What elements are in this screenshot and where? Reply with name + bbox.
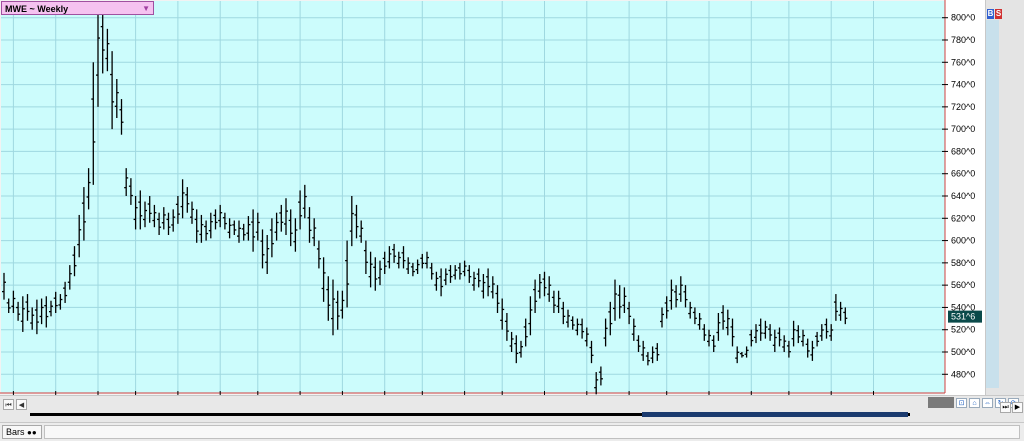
last-page-icon[interactable]: ⏭ <box>1000 402 1011 413</box>
buy-button[interactable]: B <box>987 9 994 19</box>
scroll-area: ⏮ ◀ ⊡ ⌂ ⇔ ↻ ⟳ <box>0 395 1024 422</box>
y-tick-label: 800^0 <box>951 13 975 23</box>
scroll-thumb[interactable] <box>642 412 908 417</box>
gray-block <box>928 397 954 408</box>
y-tick-label: 780^0 <box>951 35 975 45</box>
symbol-label: MWE ~ Weekly <box>5 4 69 14</box>
y-tick-label: 480^0 <box>951 369 975 379</box>
first-page-icon[interactable]: ⏮ <box>3 399 14 410</box>
y-tick-label: 520^0 <box>951 325 975 335</box>
status-field <box>44 425 1020 439</box>
y-tick-label: 680^0 <box>951 146 975 156</box>
compress-icon[interactable]: ⇔ <box>982 398 993 408</box>
symbol-selector[interactable]: MWE ~ Weekly ▼ <box>1 1 154 15</box>
y-tick-label: 640^0 <box>951 191 975 201</box>
bars-selector[interactable]: Bars ●● <box>2 425 42 439</box>
y-tick-label: 620^0 <box>951 213 975 223</box>
y-tick-label: 600^0 <box>951 236 975 246</box>
y-tick-label: 740^0 <box>951 80 975 90</box>
price-chart-svg: 800^0 780^0 760^0 740^0 720^0 700^0 680^0 660^0… <box>0 0 985 395</box>
link-icon: ●● <box>27 428 37 437</box>
y-tick-label: 720^0 <box>951 102 975 112</box>
y-tick-label: 580^0 <box>951 258 975 268</box>
scroll-left-icon[interactable]: ◀ <box>16 399 27 410</box>
triangle-down-icon[interactable]: ▼ <box>142 2 150 16</box>
status-bar: Bars ●● ⏭ ▶ <box>0 402 1024 441</box>
sell-button[interactable]: S <box>995 9 1002 19</box>
y-tick-label: 560^0 <box>951 280 975 290</box>
scroll-right-icon[interactable]: ▶ <box>1012 402 1023 413</box>
side-strip <box>986 20 999 388</box>
y-tick-label: 760^0 <box>951 57 975 67</box>
home-icon[interactable]: ⌂ <box>969 398 980 408</box>
y-tick-label: 500^0 <box>951 347 975 357</box>
price-chart[interactable]: 800^0 780^0 760^0 740^0 720^0 700^0 680^0 660^0… <box>0 0 1024 395</box>
last-price-label: 531^6 <box>951 312 975 322</box>
y-tick-label: 660^0 <box>951 169 975 179</box>
bars-label: Bars <box>6 427 25 437</box>
zoom-icon[interactable]: ⊡ <box>956 398 967 408</box>
y-tick-label: 700^0 <box>951 124 975 134</box>
